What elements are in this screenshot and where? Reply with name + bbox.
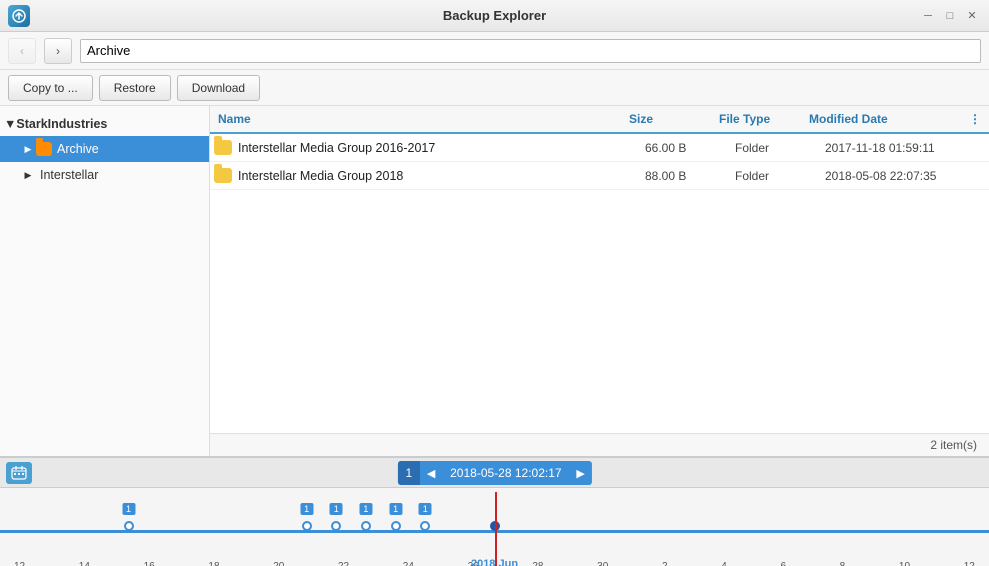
timeline-nav-number: 1	[397, 461, 420, 485]
timeline-dot-wrapper: 1	[361, 521, 371, 531]
timeline-label: 6	[780, 561, 786, 566]
timeline-track: 111111 1214161820222426283024681012 2018…	[0, 492, 989, 566]
file-size: 66.00 B	[645, 141, 735, 155]
timeline-dot-wrapper: 1	[420, 521, 430, 531]
timeline-label: 14	[79, 561, 90, 566]
file-name: Interstellar Media Group 2016-2017	[238, 141, 645, 155]
timeline-label: 18	[208, 561, 219, 566]
sidebar-interstellar-label: Interstellar	[40, 168, 98, 182]
timeline-dot[interactable]	[420, 521, 430, 531]
timeline-prev-button[interactable]: ◀	[420, 461, 442, 485]
col-header-date[interactable]: Modified Date	[805, 112, 965, 126]
timeline-current-marker	[495, 492, 497, 566]
file-name: Interstellar Media Group 2018	[238, 169, 645, 183]
timeline-dot[interactable]	[302, 521, 312, 531]
timeline-label: 8	[840, 561, 846, 566]
timeline-label: 28	[532, 561, 543, 566]
timeline-dot-wrapper: 1	[331, 521, 341, 531]
collapse-arrow: ▼	[4, 117, 16, 131]
window-controls: ─ □ ✕	[919, 7, 981, 25]
file-folder-icon	[214, 140, 232, 155]
file-size: 88.00 B	[645, 169, 735, 183]
calendar-icon	[6, 462, 32, 484]
col-header-size[interactable]: Size	[625, 112, 715, 126]
timeline-dot[interactable]	[331, 521, 341, 531]
file-type: Folder	[735, 141, 825, 155]
timeline-dot-wrapper: 1	[302, 521, 312, 531]
timeline-dot-badge: 1	[359, 503, 372, 515]
copy-to-button[interactable]: Copy to ...	[8, 75, 93, 101]
timeline-dot[interactable]	[391, 521, 401, 531]
timeline-dot-badge: 1	[300, 503, 313, 515]
timeline-label: 24	[403, 561, 414, 566]
timeline-dot-badge: 1	[419, 503, 432, 515]
timeline-dot[interactable]	[361, 521, 371, 531]
restore-button[interactable]: Restore	[99, 75, 171, 101]
maximize-button[interactable]: □	[941, 7, 959, 25]
file-folder-icon	[214, 168, 232, 183]
timeline-date-display: 2018-05-28 12:02:17	[442, 466, 569, 480]
file-date: 2017-11-18 01:59:11	[825, 141, 985, 155]
table-row[interactable]: Interstellar Media Group 2016-2017 66.00…	[210, 134, 989, 162]
sidebar-item-archive[interactable]: ▶ Archive	[0, 136, 209, 162]
app-icon	[8, 5, 30, 27]
timeline-dot-wrapper: 1	[124, 521, 134, 531]
col-header-name[interactable]: Name	[214, 112, 625, 126]
file-list: Name Size File Type Modified Date ⋮ Inte…	[210, 106, 989, 456]
sidebar-item-interstellar[interactable]: ▶ Interstellar	[0, 162, 209, 188]
timeline: 1 ◀ 2018-05-28 12:02:17 ▶ 111111 1214161…	[0, 456, 989, 566]
timeline-label: 16	[144, 561, 155, 566]
download-button[interactable]: Download	[177, 75, 260, 101]
file-list-header: Name Size File Type Modified Date ⋮	[210, 106, 989, 134]
timeline-label: 2	[662, 561, 668, 566]
file-type: Folder	[735, 169, 825, 183]
col-header-type[interactable]: File Type	[715, 112, 805, 126]
close-button[interactable]: ✕	[963, 7, 981, 25]
table-row[interactable]: Interstellar Media Group 2018 88.00 B Fo…	[210, 162, 989, 190]
title-bar: Backup Explorer ─ □ ✕	[0, 0, 989, 32]
sidebar-archive-label: Archive	[57, 142, 99, 156]
title-bar-left	[8, 5, 30, 27]
timeline-label: 4	[721, 561, 727, 566]
items-count: 2 item(s)	[210, 433, 989, 456]
timeline-label: 12	[964, 561, 975, 566]
window-title: Backup Explorer	[443, 8, 546, 23]
timeline-next-button[interactable]: ▶	[570, 461, 592, 485]
timeline-label: 22	[338, 561, 349, 566]
timeline-dot-badge: 1	[389, 503, 402, 515]
timeline-label: 12	[14, 561, 25, 566]
action-bar: Copy to ... Restore Download	[0, 70, 989, 106]
sidebar: ▼ StarkIndustries ▶ Archive ▶ Interstell…	[0, 106, 210, 456]
col-header-more: ⋮	[965, 112, 985, 126]
timeline-dot[interactable]	[124, 521, 134, 531]
minimize-button[interactable]: ─	[919, 7, 937, 25]
address-bar[interactable]	[80, 39, 981, 63]
toolbar: ‹ ›	[0, 32, 989, 70]
back-button[interactable]: ‹	[8, 38, 36, 64]
main-content: ▼ StarkIndustries ▶ Archive ▶ Interstell…	[0, 106, 989, 456]
timeline-dot-badge: 1	[330, 503, 343, 515]
file-list-body: Interstellar Media Group 2016-2017 66.00…	[210, 134, 989, 433]
timeline-dot-badge: 1	[122, 503, 135, 515]
timeline-label: 10	[899, 561, 910, 566]
sidebar-root[interactable]: ▼ StarkIndustries	[0, 112, 209, 136]
timeline-label: 30	[597, 561, 608, 566]
timeline-dot-wrapper: 1	[391, 521, 401, 531]
sidebar-root-label: StarkIndustries	[16, 117, 107, 131]
interstellar-arrow: ▶	[20, 167, 36, 183]
archive-folder-icon	[36, 142, 52, 156]
forward-button[interactable]: ›	[44, 38, 72, 64]
file-date: 2018-05-08 22:07:35	[825, 169, 985, 183]
archive-arrow: ▶	[20, 141, 36, 157]
timeline-label: 20	[273, 561, 284, 566]
timeline-nav: 1 ◀ 2018-05-28 12:02:17 ▶	[397, 461, 591, 485]
